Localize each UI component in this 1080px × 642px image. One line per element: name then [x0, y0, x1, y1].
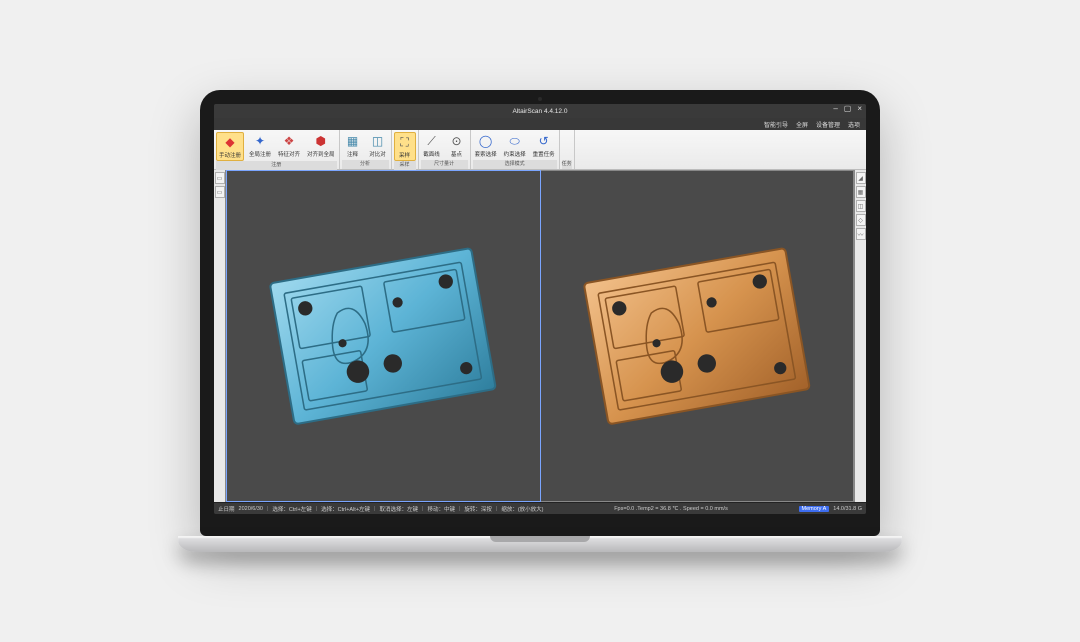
grid-icon: ▦: [345, 133, 361, 149]
mesh-model-icon: [564, 234, 830, 438]
titlebar: AltairScan 4.4.12.0 – ▢ ×: [214, 104, 866, 118]
frame-icon: ⛶: [397, 134, 413, 150]
menu-fullscreen[interactable]: 全屏: [796, 120, 808, 129]
reset-task-button[interactable]: ↺ 重置任务: [531, 132, 557, 159]
ribbon-group-task: 任务: [560, 130, 575, 169]
palette-tool-1[interactable]: ▭: [215, 172, 225, 184]
workspace: ▭ ▭: [214, 170, 866, 502]
baseline-button[interactable]: ⊙ 基点: [446, 132, 468, 159]
constrain-select-button[interactable]: ⬭ 约束选择: [502, 132, 528, 159]
window-controls: – ▢ ×: [833, 104, 862, 113]
group-label: 注册: [216, 161, 337, 170]
diamond-icon: ◆: [222, 134, 238, 150]
close-button[interactable]: ×: [857, 104, 862, 113]
group-label: 分析: [342, 160, 389, 169]
viewport-left[interactable]: [226, 170, 541, 502]
align-global-button[interactable]: ⬢ 对齐到全局: [305, 132, 337, 161]
viewport-right[interactable]: [541, 170, 855, 502]
statusbar: 止日期 2020/6/30 | 选择：Ctrl+左键 | 选择：Ctrl+Alt…: [214, 502, 866, 514]
hint-zoom: 缩放：(放小放大): [501, 505, 543, 513]
hint-select: 选择：Ctrl+左键: [272, 505, 311, 513]
manual-register-button[interactable]: ◆ 手动注册: [216, 132, 244, 161]
camera-dot: [538, 97, 542, 101]
group-label: 尺寸量计: [421, 160, 468, 169]
screen-bezel: AltairScan 4.4.12.0 – ▢ × 智能引导 全屏 设备管理 选…: [200, 90, 880, 536]
ribbon-toolbar: ◆ 手动注册 ✦ 全局注册 ❖ 特征对齐 ⬢ 对: [214, 130, 866, 170]
status-perf: Fps=0.0 .Temp2 = 36.8 ℃ . Speed = 0.0 mm…: [614, 506, 728, 512]
laptop-frame: AltairScan 4.4.12.0 – ▢ × 智能引导 全屏 设备管理 选…: [200, 90, 880, 552]
ribbon-group-dimension: ⟋ 截面线 ⊙ 基点 尺寸量计: [419, 130, 471, 169]
lasso-select-button[interactable]: ◯ 套索选择: [473, 132, 499, 159]
palette-right-4[interactable]: ◇: [856, 214, 866, 226]
laptop-base: [178, 536, 902, 552]
target-icon: ⊙: [449, 133, 465, 149]
app-title: AltairScan 4.4.12.0: [513, 108, 568, 115]
minimize-button[interactable]: –: [833, 104, 837, 113]
cube-icon: ⬢: [313, 133, 329, 149]
compare-button[interactable]: ◫ 对比对: [367, 132, 389, 159]
viewports: [226, 170, 854, 502]
hint-move: 移动：中键: [427, 505, 455, 513]
global-register-button[interactable]: ✦ 全局注册: [247, 132, 273, 161]
slash-icon: ⟋: [424, 133, 440, 149]
hint-deselect: 取消选择：左键: [379, 505, 418, 513]
menu-options[interactable]: 选项: [848, 120, 860, 129]
menubar: 智能引导 全屏 设备管理 选项: [214, 118, 866, 130]
split-icon: ◫: [370, 133, 386, 149]
menu-device-mgmt[interactable]: 设备管理: [816, 120, 840, 129]
group-label: 任务: [562, 160, 572, 169]
sparkle-icon: ✦: [252, 133, 268, 149]
sample-button[interactable]: ⛶ 采样: [394, 132, 416, 161]
left-tool-palette: ▭ ▭: [214, 170, 226, 502]
palette-right-3[interactable]: ◫: [856, 200, 866, 212]
status-date: 2020/6/30: [239, 506, 263, 512]
palette-right-5[interactable]: 〰: [856, 228, 866, 240]
ribbon-group-analysis: ▦ 注释 ◫ 对比对 分析: [340, 130, 392, 169]
memory-value: 14.0/31.8 G: [833, 506, 862, 512]
right-tool-palette: ◢ ▦ ◫ ◇ 〰: [854, 170, 866, 502]
group-label: 采样: [394, 161, 416, 170]
status-date-label: 止日期: [218, 505, 235, 513]
maximize-button[interactable]: ▢: [844, 104, 852, 113]
menu-smart-guide[interactable]: 智能引导: [764, 120, 788, 129]
hint-select2: 选择：Ctrl+Alt+左键: [321, 505, 370, 513]
memory-badge: Memory A: [799, 506, 830, 512]
hint-rotate: 旋转：深按: [464, 505, 492, 513]
cad-model-icon: [250, 234, 516, 438]
palette-right-2[interactable]: ▦: [856, 186, 866, 198]
ellipse-icon: ⬭: [507, 133, 523, 149]
feature-align-button[interactable]: ❖ 特征对齐: [276, 132, 302, 161]
ribbon-group-select: ◯ 套索选择 ⬭ 约束选择 ↺ 重置任务 选择模式: [471, 130, 560, 169]
crosssection-button[interactable]: ⟋ 截面线: [421, 132, 443, 159]
palette-right-1[interactable]: ◢: [856, 172, 866, 184]
ribbon-group-sample: ⛶ 采样 采样: [392, 130, 419, 169]
ribbon-group-register: ◆ 手动注册 ✦ 全局注册 ❖ 特征对齐 ⬢ 对: [214, 130, 340, 169]
reset-icon: ↺: [536, 133, 552, 149]
palette-tool-2[interactable]: ▭: [215, 186, 225, 198]
app-window: AltairScan 4.4.12.0 – ▢ × 智能引导 全屏 设备管理 选…: [214, 104, 866, 514]
lasso-icon: ◯: [478, 133, 494, 149]
snowflake-icon: ❖: [281, 133, 297, 149]
group-label: 选择模式: [473, 160, 557, 169]
annotate-button[interactable]: ▦ 注释: [342, 132, 364, 159]
